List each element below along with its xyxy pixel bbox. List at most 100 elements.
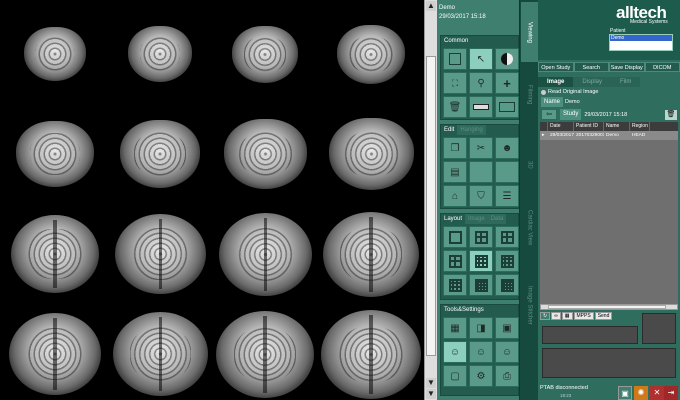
viewport-cell[interactable]: [318, 200, 424, 300]
viewport-cell[interactable]: [318, 0, 424, 100]
read-original-option[interactable]: Read Original Image: [541, 89, 598, 95]
dicom-button[interactable]: DICOM: [644, 62, 680, 72]
column-header[interactable]: Name: [604, 122, 630, 131]
viewport-cell[interactable]: [212, 300, 318, 400]
tab-filming[interactable]: Filming: [521, 70, 538, 120]
pointer-tool-button[interactable]: ↖: [469, 48, 493, 70]
layout-2x2-button[interactable]: [443, 250, 467, 272]
layout-4x4-button[interactable]: [469, 274, 493, 296]
name-button[interactable]: Name: [541, 97, 564, 107]
viewport-cell[interactable]: [107, 200, 213, 300]
viewport-cell[interactable]: [2, 100, 108, 200]
anonymize-button[interactable]: ☻: [495, 137, 519, 159]
layout-4x4-button[interactable]: [495, 274, 519, 296]
tab-cardiac-view[interactable]: Cardiac View: [521, 195, 538, 260]
tab-film[interactable]: Film: [611, 77, 641, 87]
home-button[interactable]: ⌂: [443, 185, 467, 207]
link-icon[interactable]: ∞: [551, 312, 561, 320]
trash-icon[interactable]: 🗑: [665, 109, 677, 120]
viewport-cell[interactable]: [318, 300, 424, 400]
layout-3x3-button[interactable]: [469, 250, 493, 272]
hanging-tab[interactable]: Hanging: [457, 125, 486, 135]
viewport-cell[interactable]: [107, 300, 213, 400]
ts-settings-button[interactable]: ⚙: [469, 365, 493, 387]
ts-person2-button[interactable]: ☺: [469, 341, 493, 363]
patient-list-item[interactable]: Demo: [610, 35, 672, 41]
viewport-cell[interactable]: [107, 0, 213, 100]
magnify-button[interactable]: ⚲: [469, 72, 493, 94]
pan-button[interactable]: +: [495, 72, 519, 94]
shield-button[interactable]: ⛉: [469, 185, 493, 207]
ts-grid-button[interactable]: ▦: [443, 317, 467, 339]
scroll-down-icon[interactable]: ▼: [426, 378, 436, 388]
open-study-button[interactable]: Open Study: [538, 62, 574, 72]
exit-icon[interactable]: ⇥: [664, 386, 678, 400]
table-scrollbar[interactable]: [540, 304, 678, 310]
ts-tile-button[interactable]: ▣: [495, 317, 519, 339]
cut-button[interactable]: ✂: [469, 137, 493, 159]
patient-list[interactable]: Demo: [609, 34, 673, 51]
ts-image-button[interactable]: ▢: [443, 365, 467, 387]
scroll-end-icon[interactable]: ▼: [426, 389, 436, 399]
mpps-button[interactable]: MPPS: [573, 312, 594, 320]
radio-icon[interactable]: [541, 89, 546, 95]
table-row[interactable]: ▸ 29/03/2017 20170329001 Demo HEAD: [540, 131, 678, 140]
tab-viewing[interactable]: Viewing: [521, 2, 538, 62]
tab-image-stitcher[interactable]: Image Stitcher: [521, 270, 538, 340]
column-header[interactable]: [540, 122, 548, 131]
search-button[interactable]: Search: [573, 62, 609, 72]
paste-button[interactable]: ▤: [443, 161, 467, 183]
study-button[interactable]: Study: [560, 109, 582, 120]
ts-print-button[interactable]: ⎙: [495, 365, 519, 387]
ts-person3-button[interactable]: ☺: [495, 341, 519, 363]
window-level-button[interactable]: [495, 48, 519, 70]
column-header[interactable]: Region: [630, 122, 650, 131]
frame-button[interactable]: [495, 96, 519, 118]
table-scrollbar-thumb[interactable]: [548, 305, 666, 309]
layout-1x1-button[interactable]: [443, 226, 467, 248]
tab-image[interactable]: Image: [538, 77, 574, 87]
select-tool-button[interactable]: [443, 48, 467, 70]
delete-button[interactable]: 🗑: [443, 96, 467, 118]
tab-3d[interactable]: 3D: [521, 145, 538, 185]
grid-layout-icon: [474, 230, 488, 244]
layout-2x2-button[interactable]: [495, 226, 519, 248]
ptab-icon[interactable]: ▣: [618, 386, 632, 400]
column-header[interactable]: Patient ID: [574, 122, 604, 131]
save-display-button[interactable]: Save Display: [609, 62, 645, 72]
scroll-up-icon[interactable]: ▲: [426, 1, 436, 11]
image-viewer[interactable]: [0, 0, 424, 400]
edit-empty-button-2[interactable]: [495, 161, 519, 183]
edit-empty-button-1[interactable]: [469, 161, 493, 183]
scrollbar-thumb[interactable]: [426, 56, 436, 356]
viewport-cell[interactable]: [2, 0, 108, 100]
layout-2x2-button[interactable]: [469, 226, 493, 248]
grid-small-icon[interactable]: ▦: [561, 312, 573, 320]
viewport-cell[interactable]: [107, 100, 213, 200]
grid-icon: ▦: [450, 322, 460, 334]
layout-3x3-button[interactable]: [495, 250, 519, 272]
layout-3x3-button[interactable]: [443, 274, 467, 296]
ts-person-button[interactable]: ☺: [443, 341, 467, 363]
viewport-cell[interactable]: [212, 0, 318, 100]
viewport-cell[interactable]: [2, 200, 108, 300]
viewport-cell[interactable]: [2, 300, 108, 400]
alert-icon[interactable]: ✺: [634, 386, 648, 400]
send-button[interactable]: Send: [594, 312, 613, 320]
column-header[interactable]: Date: [548, 122, 574, 131]
image-layout-tab[interactable]: Image: [465, 214, 488, 224]
copy-button[interactable]: ❐: [443, 137, 467, 159]
tab-display[interactable]: Display: [573, 77, 612, 87]
viewport-cell[interactable]: [212, 200, 318, 300]
zoom-fit-button[interactable]: ⛶: [443, 72, 467, 94]
viewport-cell[interactable]: [318, 100, 424, 200]
viewer-scrollbar[interactable]: ▲ ▼ ▼: [424, 0, 437, 400]
sync-icon[interactable]: ↻: [540, 312, 551, 320]
ruler-button[interactable]: [469, 96, 493, 118]
list-button[interactable]: ☰: [495, 185, 519, 207]
viewport-cell[interactable]: [212, 100, 318, 200]
ts-layout-button[interactable]: ◨: [469, 317, 493, 339]
data-layout-tab[interactable]: Data: [487, 214, 507, 224]
back-arrow-icon[interactable]: ⇦: [541, 109, 557, 120]
close-icon[interactable]: ✕: [650, 386, 664, 400]
